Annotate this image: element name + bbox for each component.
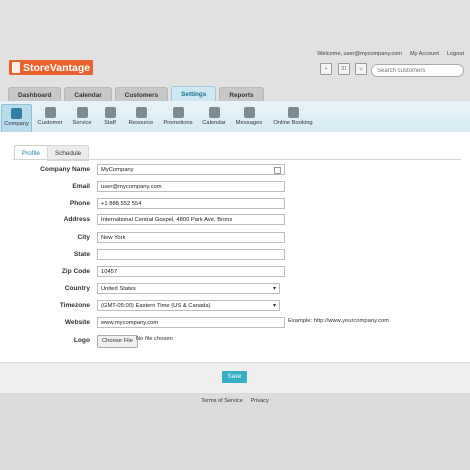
subnav-online-booking-label: Online Booking: [273, 120, 313, 126]
user-icon: ☺: [355, 63, 367, 75]
tab-settings[interactable]: Settings: [171, 86, 217, 102]
subnav-resource[interactable]: Resource: [126, 104, 156, 132]
main-tabs: Dashboard Calendar Customers Settings Re…: [8, 86, 264, 102]
calendar-icon: 31: [338, 63, 350, 75]
city-label: City: [77, 234, 90, 241]
timezone-select[interactable]: (GMT-05:00) Eastern Time (US & Canada): [97, 300, 280, 311]
footer-links: Terms of Service Privacy: [0, 398, 470, 404]
customer-icon: [44, 107, 56, 118]
tab-reports[interactable]: Reports: [219, 87, 264, 102]
field-icon: [274, 167, 281, 174]
subnav-promotions-label: Promotions: [163, 120, 193, 126]
subnav-customer-label: Customer: [37, 120, 63, 126]
zip-label: Zip Code: [61, 268, 90, 275]
city-field[interactable]: New York: [97, 232, 285, 243]
subnav-calendar-label: Calendar: [202, 120, 226, 126]
top-header: [0, 0, 470, 100]
country-select[interactable]: United States: [97, 283, 280, 294]
brand-logo[interactable]: StoreVantage: [9, 60, 93, 75]
subnav-calendar[interactable]: Calendar: [201, 104, 227, 132]
save-button[interactable]: Save: [222, 371, 247, 383]
settings-subnav: Company Customer Service Staff Resource …: [0, 101, 470, 133]
add-user-icon: +: [320, 63, 332, 75]
subnav-company-label: Company: [4, 121, 29, 127]
service-icon: [76, 107, 88, 118]
brand-name: StoreVantage: [23, 61, 91, 74]
calendar-icon: [208, 107, 220, 118]
terms-link[interactable]: Terms of Service: [201, 398, 243, 404]
website-label: Website: [64, 319, 90, 326]
top-links: Welcome, user@mycompany.com My Account L…: [317, 51, 464, 57]
subnav-company[interactable]: Company: [1, 104, 32, 133]
form-divider: [13, 159, 461, 160]
search-input[interactable]: [375, 66, 459, 75]
file-status: No file chosen: [136, 336, 173, 342]
subnav-service-label: Service: [72, 120, 92, 126]
state-label: State: [73, 251, 90, 258]
website-example: Example: http://www.yourcompany.com: [288, 318, 390, 324]
subnav-promotions[interactable]: Promotions: [160, 104, 196, 132]
subnav-resource-label: Resource: [128, 120, 154, 126]
subnav-staff[interactable]: Staff: [100, 104, 120, 132]
tab-dashboard[interactable]: Dashboard: [8, 87, 62, 102]
subnav-staff-label: Staff: [104, 120, 116, 126]
envelope-icon: [243, 107, 255, 118]
tag-icon: [172, 107, 184, 118]
tab-customers[interactable]: Customers: [114, 87, 169, 102]
email-label: Email: [72, 183, 90, 190]
resource-icon: [135, 107, 147, 118]
customer-quick-button[interactable]: ☺: [355, 63, 367, 77]
logo-label: Logo: [73, 337, 90, 344]
company-name-value: MyCompany: [101, 167, 134, 173]
website-field[interactable]: www.mycompany.com: [97, 317, 285, 328]
phone-label: Phone: [69, 200, 90, 207]
logout-link[interactable]: Logout: [447, 51, 464, 57]
subnav-online-booking[interactable]: Online Booking: [270, 104, 316, 132]
phone-field[interactable]: +1 888 552 554: [97, 198, 285, 209]
company-icon: [11, 108, 22, 119]
timezone-label: Timezone: [59, 302, 90, 309]
logo-icon: [12, 62, 20, 73]
subnav-messages[interactable]: Messages: [233, 104, 265, 132]
email-field[interactable]: user@mycompany.com: [97, 181, 285, 192]
customer-search[interactable]: [371, 64, 464, 77]
add-customer-button[interactable]: +: [320, 63, 332, 77]
address-label: Address: [63, 216, 90, 223]
subnav-customer[interactable]: Customer: [35, 104, 65, 132]
company-name-field[interactable]: MyCompany: [97, 164, 285, 175]
clock-icon: [287, 107, 299, 118]
calendar-quick-button[interactable]: 31: [338, 63, 350, 77]
tab-calendar[interactable]: Calendar: [64, 87, 112, 102]
subnav-messages-label: Messages: [235, 120, 263, 126]
address-field[interactable]: International Central Gospel, 4800 Park …: [97, 214, 285, 225]
privacy-link[interactable]: Privacy: [250, 398, 268, 404]
choose-file-button[interactable]: Choose File: [97, 335, 138, 348]
state-field[interactable]: [97, 249, 285, 260]
zip-field[interactable]: 10457: [97, 266, 285, 277]
country-label: Country: [64, 285, 90, 292]
welcome-text: Welcome, user@mycompany.com: [317, 51, 402, 57]
company-name-label: Company Name: [40, 166, 90, 173]
staff-icon: [104, 107, 116, 118]
my-account-link[interactable]: My Account: [410, 51, 439, 57]
subnav-service[interactable]: Service: [70, 104, 94, 132]
